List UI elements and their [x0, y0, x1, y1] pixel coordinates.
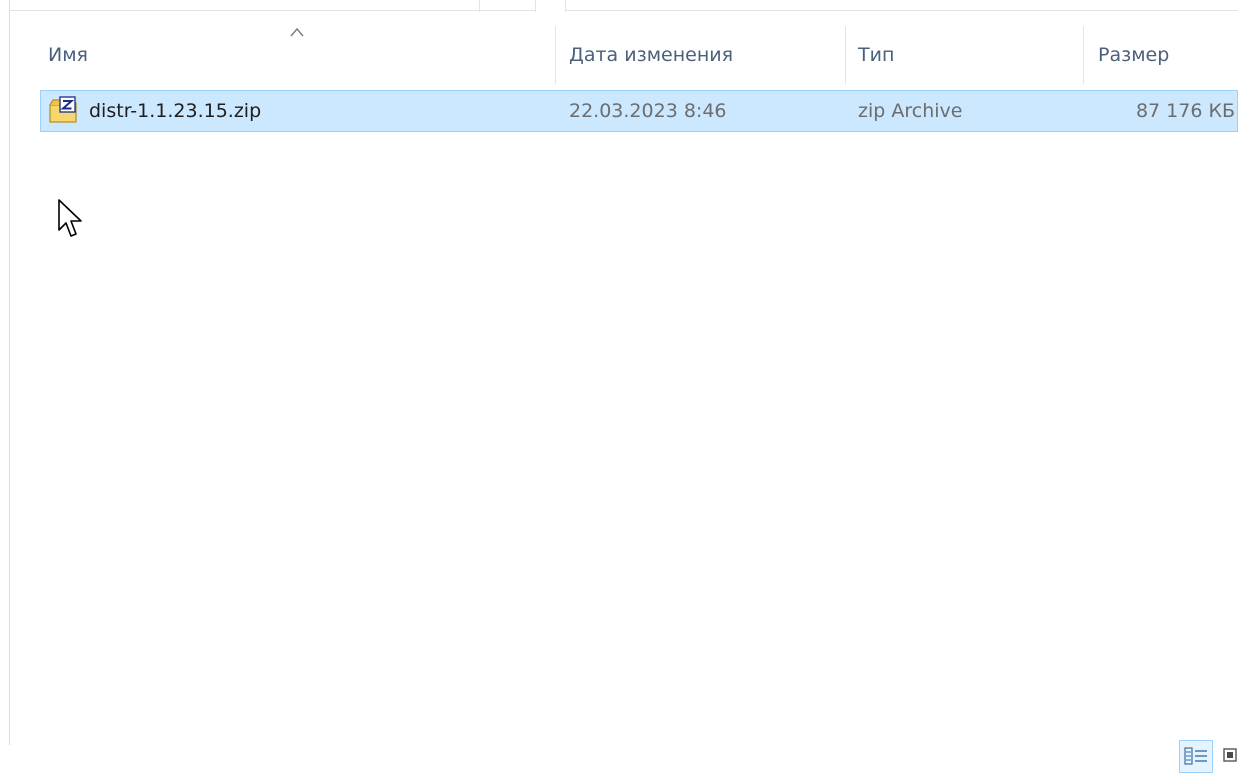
- column-header-name-label: Имя: [48, 44, 88, 66]
- file-name: distr-1.1.23.15.zip: [89, 100, 262, 122]
- top-divider: [565, 10, 1238, 11]
- column-resize-handle[interactable]: [555, 26, 556, 84]
- column-resize-handle[interactable]: [845, 26, 846, 84]
- file-type: zip Archive: [858, 100, 963, 122]
- top-divider-tick: [535, 0, 536, 12]
- column-header-date[interactable]: Дата изменения: [569, 22, 839, 88]
- file-row[interactable]: distr-1.1.23.15.zip 22.03.2023 8:46 zip …: [40, 90, 1238, 132]
- column-header-bar: Имя Дата изменения Тип Размер: [40, 22, 1238, 88]
- file-explorer-pane: Имя Дата изменения Тип Размер distr-1.1.…: [0, 0, 1238, 773]
- pane-left-border: [9, 0, 10, 745]
- column-header-date-label: Дата изменения: [569, 44, 734, 66]
- zip-archive-icon: [49, 96, 77, 123]
- column-header-type-label: Тип: [858, 44, 895, 66]
- mouse-cursor-icon: [58, 199, 82, 237]
- large-icons-view-button[interactable]: [1221, 740, 1238, 773]
- large-icons-view-icon: [1223, 748, 1237, 762]
- column-resize-handle[interactable]: [1083, 26, 1084, 84]
- top-divider-tick: [479, 0, 480, 12]
- column-header-size[interactable]: Размер: [1098, 22, 1238, 88]
- top-divider: [9, 10, 535, 11]
- column-header-size-label: Размер: [1098, 44, 1170, 66]
- file-size: 87 176 КБ: [1135, 100, 1235, 122]
- details-view-button[interactable]: [1179, 740, 1213, 773]
- column-header-name[interactable]: Имя: [48, 22, 548, 88]
- details-view-icon: [1184, 747, 1207, 765]
- column-header-type[interactable]: Тип: [858, 22, 1078, 88]
- file-date: 22.03.2023 8:46: [569, 100, 727, 122]
